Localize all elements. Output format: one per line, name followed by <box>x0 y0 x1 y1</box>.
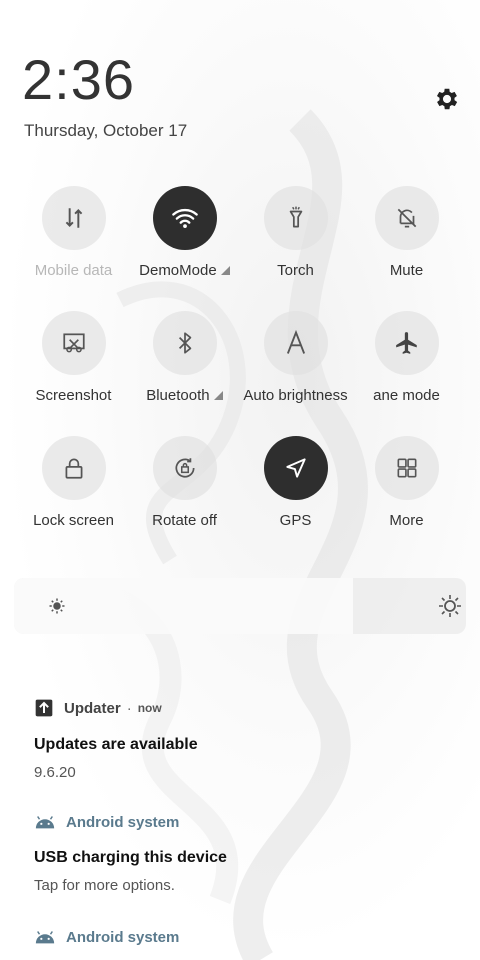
grid-icon <box>397 458 416 478</box>
notification-time: now <box>137 701 162 715</box>
tile-auto-brightness[interactable]: Auto brightness <box>240 311 351 404</box>
notification-header: Android system <box>34 813 227 831</box>
tile-label: Bluetooth <box>146 387 223 404</box>
bell-off-icon <box>397 208 416 228</box>
lock-icon <box>65 458 82 479</box>
separator-dot: · <box>126 699 132 717</box>
signal-triangle-icon <box>213 391 223 400</box>
tile-mobile-data[interactable]: Mobile data <box>18 186 129 279</box>
tile-airplane-mode[interactable]: ane mode <box>351 311 462 404</box>
brightness-low-icon <box>49 598 65 614</box>
tile-label: Rotate off <box>152 512 217 529</box>
tile-screenshot[interactable]: Screenshot <box>18 311 129 404</box>
tile-label: Auto brightness <box>243 387 348 404</box>
tile-label-text: DemoMode <box>139 262 217 279</box>
tile-lock-screen[interactable]: Lock screen <box>18 436 129 529</box>
screenshot-icon <box>62 333 85 353</box>
notification-title: Updates are available <box>34 736 198 753</box>
bluetooth-icon <box>178 332 191 354</box>
tile-airplane-toggle[interactable] <box>374 311 439 375</box>
notification-app-name: Android system <box>66 813 180 831</box>
clock-date: Thursday, October 17 <box>24 121 188 140</box>
tile-more-toggle[interactable] <box>374 436 439 500</box>
android-robot-icon <box>35 816 55 829</box>
notification-android-system-usb[interactable]: Android system USB charging this device … <box>34 813 227 895</box>
tile-wifi-toggle[interactable] <box>152 186 217 250</box>
tile-wifi[interactable]: DemoMode <box>129 186 240 279</box>
tile-screenshot-toggle[interactable] <box>41 311 106 375</box>
tile-torch[interactable]: Torch <box>240 186 351 279</box>
tile-label-text: Bluetooth <box>146 387 210 404</box>
tile-bluetooth[interactable]: Bluetooth <box>129 311 240 404</box>
tile-label: More <box>389 512 424 529</box>
tile-label: Torch <box>277 262 314 279</box>
tile-mute[interactable]: Mute <box>351 186 462 279</box>
tile-bluetooth-toggle[interactable] <box>152 311 217 375</box>
tile-mobile-data-toggle[interactable] <box>41 186 106 250</box>
signal-triangle-icon <box>220 266 230 275</box>
tile-label: Lock screen <box>33 512 114 529</box>
update-arrow-icon <box>35 699 53 717</box>
android-robot-icon <box>35 931 55 944</box>
notification-title: USB charging this device <box>34 849 227 866</box>
brightness-high-icon <box>439 595 461 617</box>
notification-android-system[interactable]: Android system <box>34 928 179 946</box>
rotate-lock-icon <box>175 458 195 478</box>
gear-icon <box>436 88 458 110</box>
notification-app-name: Updater <box>64 699 121 717</box>
tile-label: Mute <box>389 262 424 279</box>
tile-label: GPS <box>279 512 312 529</box>
tile-more[interactable]: More <box>351 436 462 529</box>
tile-lock-screen-toggle[interactable] <box>41 436 106 500</box>
notification-body: Tap for more options. <box>34 877 175 894</box>
tile-label: DemoMode <box>139 262 230 279</box>
auto-brightness-icon <box>286 329 305 354</box>
quick-settings-grid: Mobile data DemoMode Torch Mute Screensh… <box>18 186 462 529</box>
settings-button[interactable] <box>432 84 462 114</box>
tile-auto-brightness-toggle[interactable] <box>263 311 328 375</box>
notification-header: Updater · now <box>34 698 198 718</box>
notification-updater[interactable]: Updater · now Updates are available 9.6.… <box>34 698 198 782</box>
flashlight-icon <box>289 206 302 228</box>
mobile-data-icon <box>65 208 82 228</box>
tile-label: Screenshot <box>35 387 112 404</box>
airplane-icon <box>395 332 417 354</box>
tile-rotate-toggle[interactable] <box>152 436 217 500</box>
wifi-icon <box>171 208 198 229</box>
tile-mute-toggle[interactable] <box>374 186 439 250</box>
notification-body: 9.6.20 <box>34 764 76 781</box>
tile-gps-toggle[interactable] <box>263 436 328 500</box>
clock-time: 2:36 <box>22 48 135 111</box>
location-arrow-icon <box>285 458 306 478</box>
tile-label: Mobile data <box>34 262 113 279</box>
brightness-slider[interactable] <box>14 578 466 634</box>
tile-rotate-off[interactable]: Rotate off <box>129 436 240 529</box>
notification-app-name: Android system <box>66 928 180 946</box>
notification-header: Android system <box>34 928 179 946</box>
tile-label: ane mode <box>373 387 440 404</box>
tile-gps[interactable]: GPS <box>240 436 351 529</box>
tile-torch-toggle[interactable] <box>263 186 328 250</box>
